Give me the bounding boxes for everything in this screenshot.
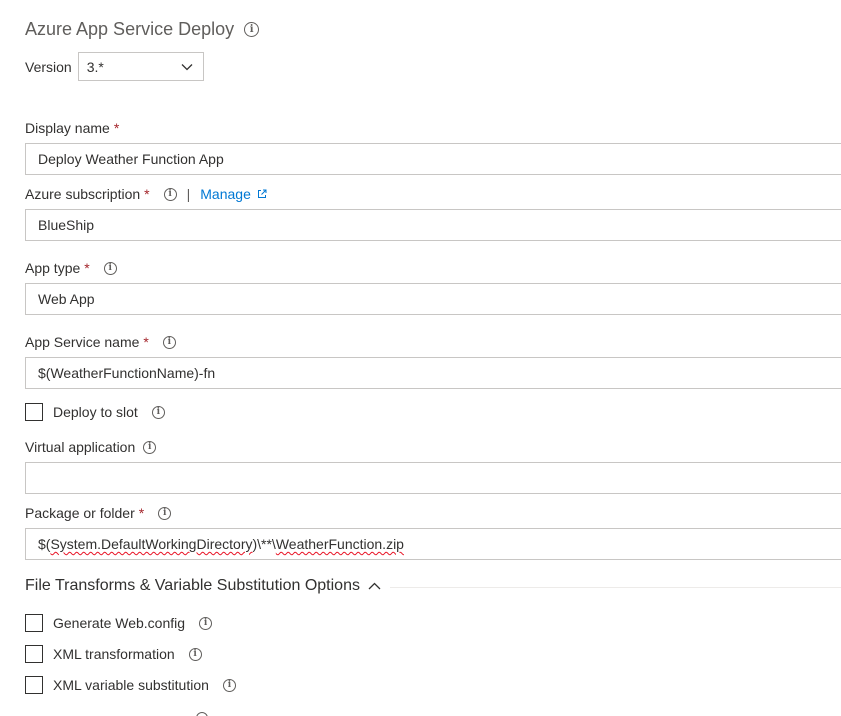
value-middle: )\**\ bbox=[252, 536, 276, 552]
package-or-folder-label: Package or folder * i bbox=[25, 505, 172, 521]
info-icon[interactable]: i bbox=[143, 440, 157, 454]
required-marker: * bbox=[143, 334, 149, 350]
app-service-name-value: $(WeatherFunctionName)-fn bbox=[38, 365, 216, 381]
xml-variable-substitution-label: XML variable substitution bbox=[53, 677, 209, 693]
virtual-application-label-text: Virtual application bbox=[25, 439, 136, 455]
app-service-name-label-text: App Service name bbox=[25, 334, 140, 350]
file-transforms-section-toggle[interactable]: File Transforms & Variable Substitution … bbox=[25, 577, 381, 595]
azure-subscription-label-text: Azure subscription bbox=[25, 186, 141, 202]
required-marker: * bbox=[113, 120, 120, 136]
xml-transformation-checkbox[interactable] bbox=[25, 645, 43, 663]
generate-web-config-label: Generate Web.config bbox=[53, 615, 186, 631]
azure-subscription-value: BlueShip bbox=[38, 217, 95, 233]
package-or-folder-value: $(System.DefaultWorkingDirectory)\**\Wea… bbox=[38, 536, 404, 552]
app-type-value: Web App bbox=[38, 291, 95, 307]
info-icon bbox=[196, 712, 208, 716]
task-title-text: Azure App Service Deploy bbox=[25, 19, 235, 39]
manage-link[interactable]: Manage bbox=[200, 186, 267, 202]
version-selected-value: 3.* bbox=[86, 58, 104, 75]
chevron-up-icon bbox=[368, 582, 381, 590]
separator: | bbox=[186, 186, 191, 202]
generate-web-config-checkbox[interactable] bbox=[25, 614, 43, 632]
info-icon[interactable]: i bbox=[222, 678, 236, 692]
section-divider bbox=[390, 587, 841, 588]
version-label: Version bbox=[25, 58, 72, 75]
info-icon[interactable]: i bbox=[151, 405, 165, 419]
app-type-label-text: App type bbox=[25, 260, 81, 276]
task-settings-panel: Azure App Service Deploy i Version 3.* D… bbox=[0, 0, 841, 716]
xml-transformation-label: XML transformation bbox=[53, 646, 175, 662]
generate-web-config-row: Generate Web.config i bbox=[25, 614, 213, 632]
azure-subscription-input[interactable]: BlueShip bbox=[25, 209, 841, 241]
version-dropdown[interactable]: 3.* bbox=[77, 52, 204, 81]
virtual-application-label: Virtual application i bbox=[25, 439, 157, 455]
required-marker: * bbox=[84, 260, 90, 276]
display-name-label: Display name * bbox=[25, 120, 119, 136]
info-icon[interactable]: i bbox=[199, 616, 213, 630]
app-type-select[interactable]: Web App bbox=[25, 283, 841, 315]
value-prefix: $( bbox=[38, 536, 51, 552]
display-name-label-text: Display name bbox=[25, 120, 110, 136]
info-icon[interactable]: i bbox=[162, 335, 176, 349]
app-service-name-input[interactable]: $(WeatherFunctionName)-fn bbox=[25, 357, 841, 389]
xml-transformation-row: XML transformation i bbox=[25, 645, 202, 663]
deploy-to-slot-row: Deploy to slot i bbox=[25, 403, 165, 421]
virtual-application-input[interactable] bbox=[25, 462, 841, 494]
display-name-input[interactable]: Deploy Weather Function App bbox=[25, 143, 841, 175]
required-marker: * bbox=[144, 186, 150, 202]
deploy-to-slot-checkbox[interactable] bbox=[25, 403, 43, 421]
value-file: WeatherFunction.zip bbox=[275, 536, 404, 552]
info-icon[interactable]: i bbox=[188, 647, 202, 661]
azure-subscription-label: Azure subscription * i | Manage bbox=[25, 186, 267, 202]
external-link-icon bbox=[257, 189, 267, 198]
info-icon[interactable]: i bbox=[244, 22, 260, 37]
manage-link-text: Manage bbox=[200, 186, 251, 202]
deploy-to-slot-label: Deploy to slot bbox=[53, 404, 138, 420]
info-icon[interactable]: i bbox=[103, 261, 117, 275]
xml-variable-substitution-row: XML variable substitution i bbox=[25, 676, 236, 694]
xml-variable-substitution-checkbox[interactable] bbox=[25, 676, 43, 694]
package-or-folder-input[interactable]: $(System.DefaultWorkingDirectory)\**\Wea… bbox=[25, 528, 841, 560]
app-service-name-label: App Service name * i bbox=[25, 334, 176, 350]
info-icon[interactable]: i bbox=[163, 187, 177, 201]
package-or-folder-label-text: Package or folder bbox=[25, 505, 135, 521]
section-title: File Transforms & Variable Substitution … bbox=[25, 577, 360, 594]
task-title: Azure App Service Deploy i bbox=[25, 19, 260, 40]
version-row: Version 3.* bbox=[25, 52, 204, 81]
display-name-value: Deploy Weather Function App bbox=[38, 151, 224, 167]
value-variable: System.DefaultWorkingDirectory bbox=[50, 536, 253, 552]
chevron-down-icon bbox=[181, 63, 193, 70]
required-marker: * bbox=[138, 505, 145, 521]
app-type-label: App type * i bbox=[25, 260, 117, 276]
info-icon[interactable]: i bbox=[158, 506, 172, 520]
